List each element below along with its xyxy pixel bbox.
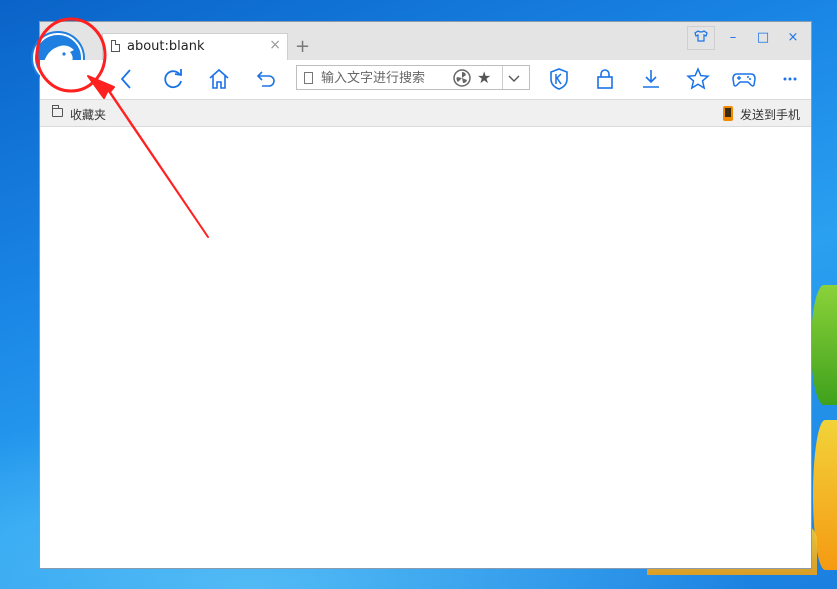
security-button[interactable] <box>546 66 572 92</box>
tab-title: about:blank <box>127 39 205 54</box>
phone-icon <box>723 106 733 121</box>
page-icon <box>304 72 313 84</box>
download-icon <box>643 70 659 88</box>
refresh-icon <box>164 69 182 89</box>
refresh-button[interactable] <box>160 66 186 92</box>
favorite-star-icon[interactable]: ★ <box>477 68 491 87</box>
favorites-link[interactable]: 收藏夹 <box>70 106 106 123</box>
send-to-phone-link[interactable]: 发送到手机 <box>740 106 800 123</box>
more-icon <box>783 77 797 81</box>
new-tab-button[interactable]: + <box>295 36 310 57</box>
game-button[interactable] <box>731 66 757 92</box>
watermark: Bai经验 jingyan.baidu.com <box>640 510 800 580</box>
browser-window: about:blank × + – □ × 输入文字进行搜索 ★ 收藏夹 发送到… <box>31 21 812 569</box>
more-button[interactable] <box>777 66 803 92</box>
shield-k-icon <box>550 68 568 90</box>
title-bar: about:blank × + – □ × <box>40 22 811 60</box>
gamepad-icon <box>732 73 756 87</box>
navigation-bar: ★ <box>40 60 811 98</box>
minimize-button[interactable]: – <box>718 26 748 50</box>
back-button[interactable] <box>114 66 140 92</box>
skin-button[interactable] <box>687 26 715 50</box>
divider <box>502 66 503 89</box>
home-button[interactable] <box>206 66 232 92</box>
home-icon <box>209 68 229 89</box>
page-icon <box>111 40 120 52</box>
watermark-url: jingyan.baidu.com <box>650 552 770 567</box>
address-bar[interactable]: ★ <box>296 65 530 90</box>
shirt-icon <box>694 30 708 42</box>
speed-mode-icon[interactable] <box>453 69 471 87</box>
tab-close-button[interactable]: × <box>269 37 281 53</box>
tab-about-blank[interactable]: about:blank × <box>102 33 288 60</box>
back-icon <box>120 69 131 89</box>
page-content[interactable] <box>40 127 811 568</box>
lock-icon <box>597 69 613 89</box>
watermark-brand: Bai经验 <box>646 518 765 553</box>
maximize-button[interactable]: □ <box>748 26 778 50</box>
undo-icon <box>256 71 275 87</box>
download-button[interactable] <box>638 66 664 92</box>
undo-button[interactable] <box>253 66 279 92</box>
folder-icon <box>52 105 63 117</box>
star-icon <box>686 67 710 90</box>
lock-button[interactable] <box>592 66 618 92</box>
bookmarks-bar: 收藏夹 发送到手机 <box>40 99 811 127</box>
close-button[interactable]: × <box>778 26 808 50</box>
address-input[interactable] <box>321 69 449 87</box>
chevron-down-icon[interactable] <box>507 71 521 85</box>
desktop-wallpaper-leaf <box>811 285 837 405</box>
favorites-button[interactable] <box>685 66 711 92</box>
